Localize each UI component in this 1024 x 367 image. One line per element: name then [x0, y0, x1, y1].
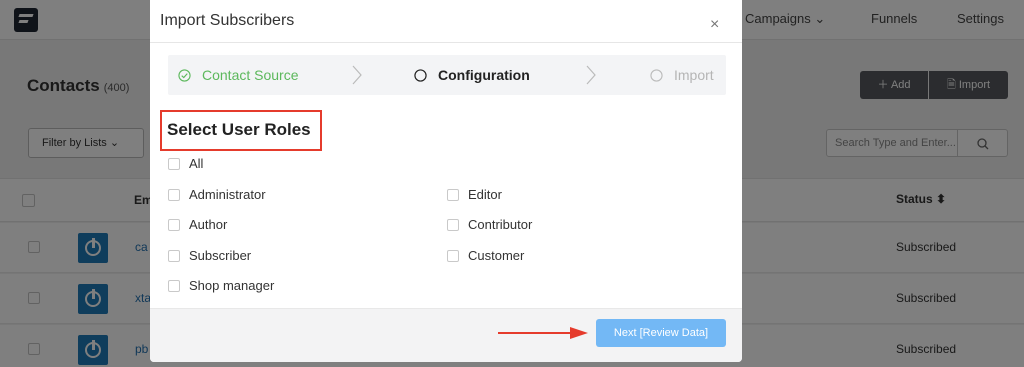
role-checkbox-all[interactable] — [168, 158, 180, 170]
circle-icon — [414, 69, 427, 82]
section-title: Select User Roles — [167, 120, 311, 139]
next-review-data-button[interactable]: Next [Review Data] — [596, 319, 726, 347]
chevron-right-icon — [352, 65, 362, 85]
role-checkbox-shop-manager[interactable] — [168, 280, 180, 292]
role-label-administrator: Administrator — [189, 187, 266, 202]
role-checkbox-contributor[interactable] — [447, 219, 459, 231]
role-checkbox-administrator[interactable] — [168, 189, 180, 201]
role-label-editor: Editor — [468, 187, 502, 202]
close-icon[interactable]: × — [710, 17, 719, 33]
modal-header: Import Subscribers × — [150, 0, 742, 43]
circle-icon — [650, 69, 663, 82]
role-checkbox-subscriber[interactable] — [168, 250, 180, 262]
step-contact-source[interactable]: Contact Source — [202, 67, 299, 83]
chevron-right-icon — [586, 65, 596, 85]
role-checkbox-editor[interactable] — [447, 189, 459, 201]
role-label-author: Author — [189, 217, 228, 232]
import-steps: Contact Source Configuration Import — [168, 55, 726, 95]
role-checkbox-customer[interactable] — [447, 250, 459, 262]
modal-footer: Next [Review Data] — [150, 308, 742, 362]
role-label-customer: Customer — [468, 248, 525, 263]
role-label-all: All — [189, 156, 204, 171]
step-import[interactable]: Import — [674, 67, 714, 83]
role-label-subscriber: Subscriber — [189, 248, 252, 263]
import-subscribers-modal: Import Subscribers × Contact Source Conf… — [150, 0, 742, 362]
role-checkbox-author[interactable] — [168, 219, 180, 231]
role-label-shop-manager: Shop manager — [189, 278, 275, 293]
modal-title: Import Subscribers — [160, 12, 295, 29]
arrow-right-icon — [498, 327, 588, 339]
step-configuration[interactable]: Configuration — [438, 67, 530, 83]
role-label-contributor: Contributor — [468, 217, 533, 232]
check-circle-icon — [178, 69, 191, 82]
